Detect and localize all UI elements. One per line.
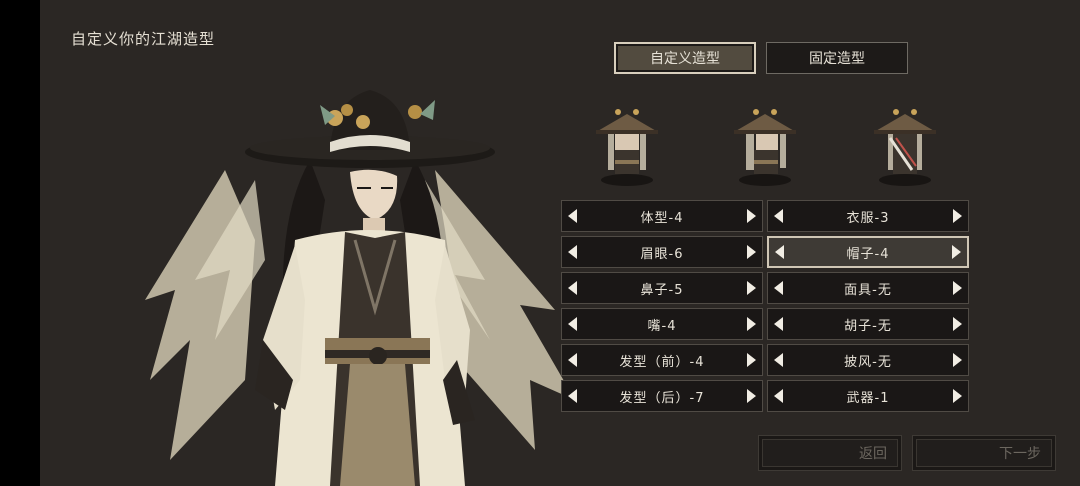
tab-fixed-style-label: 固定造型: [809, 51, 865, 67]
arrow-left-icon[interactable]: [775, 245, 784, 259]
arrow-left-icon[interactable]: [568, 389, 577, 403]
arrow-left-icon[interactable]: [568, 281, 577, 295]
next-button-label: 下一步: [999, 446, 1041, 462]
tab-custom-style-label: 自定义造型: [650, 51, 720, 67]
character-customization-screen: 自定义你的江湖造型 自定义造型 固定造型 体型-4 眉眼-6 鼻子-5 嘴-4 …: [40, 0, 1080, 486]
selector-mask: 面具-无: [767, 272, 969, 304]
selector-value: 发型（前）-4: [619, 354, 705, 370]
selector-value: 面具-无: [844, 282, 892, 298]
selector-nose: 鼻子-5: [561, 272, 763, 304]
selector-value: 衣服-3: [846, 210, 890, 226]
arrow-left-icon[interactable]: [568, 209, 577, 223]
tab-fixed-style[interactable]: 固定造型: [766, 42, 908, 74]
character-sprite-back: [874, 109, 936, 186]
tab-custom-style[interactable]: 自定义造型: [614, 42, 756, 74]
arrow-left-icon[interactable]: [774, 389, 783, 403]
arrow-right-icon[interactable]: [953, 389, 962, 403]
arrow-left-icon[interactable]: [568, 317, 577, 331]
arrow-right-icon[interactable]: [747, 389, 756, 403]
arrow-left-icon[interactable]: [774, 317, 783, 331]
selector-value: 披风-无: [844, 354, 892, 370]
page-title: 自定义你的江湖造型: [71, 30, 216, 48]
selector-hat: 帽子-4: [767, 236, 969, 268]
arrow-right-icon[interactable]: [747, 317, 756, 331]
arrow-right-icon[interactable]: [953, 353, 962, 367]
selector-value: 眉眼-6: [640, 246, 684, 262]
selector-value: 武器-1: [846, 390, 890, 406]
arrow-right-icon[interactable]: [747, 209, 756, 223]
selector-mouth: 嘴-4: [561, 308, 763, 340]
back-button-label: 返回: [859, 446, 887, 462]
left-black-bar: [0, 0, 40, 486]
arrow-left-icon[interactable]: [774, 281, 783, 295]
arrow-right-icon[interactable]: [747, 245, 756, 259]
selector-brows-eyes: 眉眼-6: [561, 236, 763, 268]
selector-hair-front: 发型（前）-4: [561, 344, 763, 376]
arrow-right-icon[interactable]: [747, 353, 756, 367]
selector-beard: 胡子-无: [767, 308, 969, 340]
selector-value: 帽子-4: [846, 246, 890, 262]
arrow-right-icon[interactable]: [953, 281, 962, 295]
back-button[interactable]: 返回: [758, 435, 902, 471]
character-portrait: [145, 90, 575, 486]
arrow-left-icon[interactable]: [774, 353, 783, 367]
selector-body-type: 体型-4: [561, 200, 763, 232]
selector-clothes: 衣服-3: [767, 200, 969, 232]
selector-value: 嘴-4: [647, 318, 677, 334]
selector-hair-back: 发型（后）-7: [561, 380, 763, 412]
arrow-right-icon[interactable]: [747, 281, 756, 295]
arrow-left-icon[interactable]: [568, 353, 577, 367]
arrow-right-icon[interactable]: [953, 209, 962, 223]
selector-weapon: 武器-1: [767, 380, 969, 412]
arrow-left-icon[interactable]: [568, 245, 577, 259]
character-sprite-front: [596, 109, 658, 186]
selector-value: 胡子-无: [844, 318, 892, 334]
selector-cloak: 披风-无: [767, 344, 969, 376]
selector-value: 鼻子-5: [640, 282, 684, 298]
arrow-left-icon[interactable]: [774, 209, 783, 223]
next-button[interactable]: 下一步: [912, 435, 1056, 471]
arrow-right-icon[interactable]: [952, 245, 961, 259]
selector-value: 发型（后）-7: [619, 390, 705, 406]
selector-value: 体型-4: [640, 210, 684, 226]
arrow-right-icon[interactable]: [953, 317, 962, 331]
character-sprite-side: [734, 109, 796, 186]
